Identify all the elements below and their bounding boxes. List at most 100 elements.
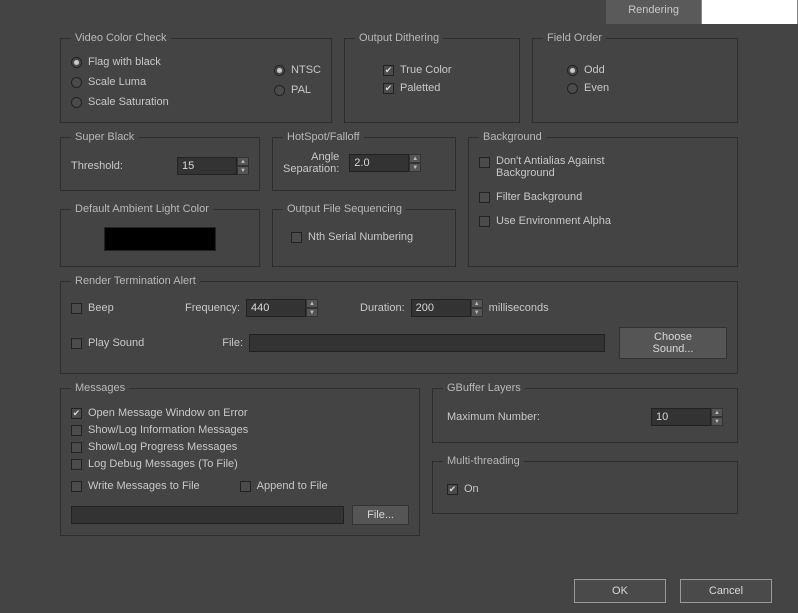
radio-scale-luma[interactable]: Scale Luma xyxy=(71,76,169,88)
sound-file-input[interactable] xyxy=(249,334,605,352)
check-label: Beep xyxy=(88,302,114,314)
radio-label: Scale Saturation xyxy=(88,96,169,108)
spin-down-icon[interactable]: ▼ xyxy=(306,308,318,317)
check-dont-antialias[interactable]: Don't Antialias Against Background xyxy=(479,155,727,179)
duration-input[interactable] xyxy=(411,299,471,317)
check-filter-background[interactable]: Filter Background xyxy=(479,191,727,203)
check-icon xyxy=(71,338,82,349)
check-append-to-file[interactable]: Append to File xyxy=(240,480,328,492)
check-label: Don't Antialias Against Background xyxy=(496,155,646,179)
legend-rta: Render Termination Alert xyxy=(71,275,200,287)
legend-dalc: Default Ambient Light Color xyxy=(71,203,213,215)
radio-label: NTSC xyxy=(291,64,321,76)
check-multithread-on[interactable]: On xyxy=(447,483,723,495)
threshold-spinner[interactable]: ▲▼ xyxy=(177,157,249,175)
check-show-progress[interactable]: Show/Log Progress Messages xyxy=(71,441,409,453)
frequency-spinner[interactable]: ▲▼ xyxy=(246,299,318,317)
radio-scale-saturation[interactable]: Scale Saturation xyxy=(71,96,169,108)
check-show-info[interactable]: Show/Log Information Messages xyxy=(71,424,409,436)
choose-sound-button[interactable]: Choose Sound... xyxy=(619,327,727,359)
radio-pal[interactable]: PAL xyxy=(274,84,321,96)
spin-up-icon[interactable]: ▲ xyxy=(306,299,318,308)
radio-icon xyxy=(71,97,82,108)
group-super-black: Super Black Threshold: ▲▼ xyxy=(60,131,260,191)
frequency-label: Frequency: xyxy=(185,302,240,314)
check-icon xyxy=(71,481,82,492)
legend-od: Output Dithering xyxy=(355,32,443,44)
frequency-input[interactable] xyxy=(246,299,306,317)
tab-rendering[interactable]: Rendering xyxy=(606,0,702,24)
angle-separation-spinner[interactable]: ▲▼ xyxy=(349,154,421,172)
check-icon xyxy=(383,83,394,94)
legend-bg: Background xyxy=(479,131,546,143)
max-number-spinner[interactable]: ▲▼ xyxy=(651,408,723,426)
spin-up-icon[interactable]: ▲ xyxy=(711,408,723,417)
check-nth-serial[interactable]: Nth Serial Numbering xyxy=(291,231,445,243)
radio-icon xyxy=(274,85,285,96)
spin-down-icon[interactable]: ▼ xyxy=(471,308,483,317)
legend-hf: HotSpot/Falloff xyxy=(283,131,364,143)
check-icon xyxy=(71,425,82,436)
radio-flag-with-black[interactable]: Flag with black xyxy=(71,56,169,68)
angle-separation-input[interactable] xyxy=(349,154,409,172)
check-label: Append to File xyxy=(257,480,328,492)
check-write-messages[interactable]: Write Messages to File xyxy=(71,480,200,492)
radio-even[interactable]: Even xyxy=(567,82,727,94)
ambient-color-swatch[interactable] xyxy=(104,227,216,251)
check-icon xyxy=(71,303,82,314)
check-icon xyxy=(479,192,490,203)
group-output-dithering: Output Dithering True Color Paletted xyxy=(344,32,520,123)
group-field-order: Field Order Odd Even xyxy=(532,32,738,123)
group-gbuffer-layers: GBuffer Layers Maximum Number: ▲▼ xyxy=(432,382,738,443)
spin-up-icon[interactable]: ▲ xyxy=(237,157,249,166)
threshold-input[interactable] xyxy=(177,157,237,175)
legend-sb: Super Black xyxy=(71,131,138,143)
check-use-env-alpha[interactable]: Use Environment Alpha xyxy=(479,215,727,227)
check-beep[interactable]: Beep xyxy=(71,302,114,314)
threshold-label: Threshold: xyxy=(71,160,123,172)
max-number-input[interactable] xyxy=(651,408,711,426)
check-label: Paletted xyxy=(400,82,440,94)
check-open-message-window[interactable]: Open Message Window on Error xyxy=(71,407,409,419)
legend-msg: Messages xyxy=(71,382,129,394)
check-icon xyxy=(447,484,458,495)
radio-label: Flag with black xyxy=(88,56,161,68)
messages-file-button[interactable]: File... xyxy=(352,505,409,525)
check-icon xyxy=(71,408,82,419)
check-label: Nth Serial Numbering xyxy=(308,231,413,243)
radio-odd[interactable]: Odd xyxy=(567,64,727,76)
messages-file-input[interactable] xyxy=(71,506,344,524)
group-default-ambient-light-color: Default Ambient Light Color xyxy=(60,203,260,267)
check-paletted[interactable]: Paletted xyxy=(383,82,509,94)
check-label: Open Message Window on Error xyxy=(88,407,248,419)
duration-label: Duration: xyxy=(360,302,405,314)
radio-label: Even xyxy=(584,82,609,94)
spin-up-icon[interactable]: ▲ xyxy=(409,154,421,163)
group-hotspot-falloff: HotSpot/Falloff Angle Separation: ▲▼ xyxy=(272,131,456,191)
group-messages: Messages Open Message Window on Error Sh… xyxy=(60,382,420,536)
check-label: Write Messages to File xyxy=(88,480,200,492)
radio-icon xyxy=(71,57,82,68)
check-label: Show/Log Progress Messages xyxy=(88,441,237,453)
spin-down-icon[interactable]: ▼ xyxy=(409,163,421,172)
radio-icon xyxy=(567,65,578,76)
radio-label: Scale Luma xyxy=(88,76,146,88)
spin-up-icon[interactable]: ▲ xyxy=(471,299,483,308)
radio-icon xyxy=(274,65,285,76)
legend-fo: Field Order xyxy=(543,32,606,44)
check-label: Use Environment Alpha xyxy=(496,215,611,227)
check-log-debug[interactable]: Log Debug Messages (To File) xyxy=(71,458,409,470)
group-background: Background Don't Antialias Against Backg… xyxy=(468,131,738,267)
spin-down-icon[interactable]: ▼ xyxy=(237,166,249,175)
tab-blank[interactable] xyxy=(702,0,798,24)
check-true-color[interactable]: True Color xyxy=(383,64,509,76)
ok-button[interactable]: OK xyxy=(574,579,666,603)
check-play-sound[interactable]: Play Sound xyxy=(71,337,144,349)
cancel-button[interactable]: Cancel xyxy=(680,579,772,603)
check-label: On xyxy=(464,483,479,495)
spin-down-icon[interactable]: ▼ xyxy=(711,417,723,426)
separation-label: Separation: xyxy=(283,163,339,175)
legend-ofs: Output File Sequencing xyxy=(283,203,406,215)
radio-ntsc[interactable]: NTSC xyxy=(274,64,321,76)
duration-spinner[interactable]: ▲▼ xyxy=(411,299,483,317)
